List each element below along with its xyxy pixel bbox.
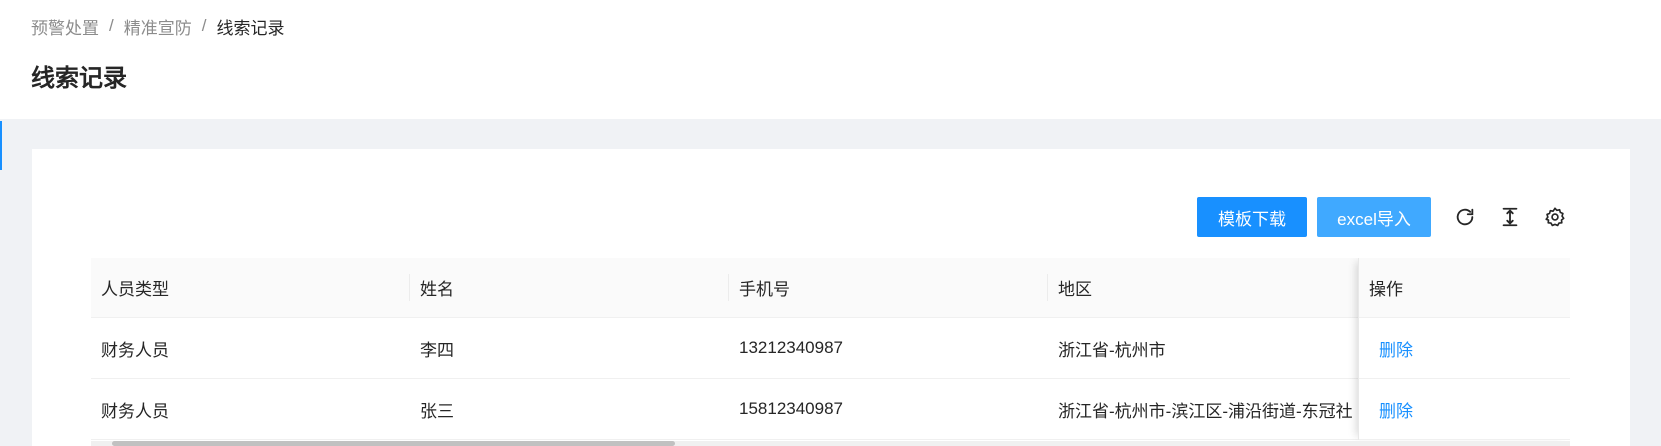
column-divider [1047, 274, 1048, 301]
cell-phone: 13212340987 [739, 338, 844, 357]
cell-type: 财务人员 [101, 340, 169, 360]
cell-name: 张三 [420, 401, 454, 421]
table-row: 财务人员 张三 15812340987 浙江省-杭州市-滨江区-浦沿街道-东冠社 [91, 379, 1570, 440]
column-header-name: 姓名 [420, 280, 454, 299]
fixed-action-column: 操作 删除 删除 [1358, 258, 1570, 440]
column-header-type: 人员类型 [101, 280, 169, 299]
breadcrumb: 预警处置 / 精准宣防 / 线索记录 [31, 14, 284, 38]
cell-type: 财务人员 [101, 401, 169, 421]
action-cell: 删除 [1359, 379, 1570, 440]
cell-region: 浙江省-杭州市 [1058, 340, 1166, 360]
action-cell: 删除 [1359, 318, 1570, 379]
sidebar-active-indicator [0, 121, 2, 170]
breadcrumb-item-current: 线索记录 [216, 18, 285, 38]
horizontal-scrollbar[interactable] [91, 441, 1570, 446]
scrollbar-thumb[interactable] [112, 441, 675, 446]
reload-icon[interactable] [1453, 205, 1477, 229]
cell-region: 浙江省-杭州市-滨江区-浦沿街道-东冠社 [1058, 401, 1353, 421]
table-toolbar: 模板下载 excel导入 [32, 197, 1630, 239]
excel-import-button[interactable]: excel导入 [1317, 197, 1431, 237]
breadcrumb-item-warning[interactable]: 预警处置 [31, 14, 99, 39]
column-divider [728, 274, 729, 301]
table-row: 财务人员 李四 13212340987 浙江省-杭州市 [91, 318, 1570, 379]
column-height-icon[interactable] [1498, 205, 1522, 229]
delete-link[interactable]: 删除 [1379, 336, 1413, 361]
page-header: 预警处置 / 精准宣防 / 线索记录 线索记录 [0, 0, 1661, 119]
column-header-action-label: 操作 [1369, 280, 1403, 299]
page-title: 线索记录 [31, 65, 127, 92]
column-header-region: 地区 [1058, 280, 1092, 299]
cell-phone: 15812340987 [739, 399, 844, 418]
content-card: 模板下载 excel导入 人员类型 姓名 手机号 地区 财务人员 李四 1321… [32, 149, 1630, 446]
breadcrumb-item-precise[interactable]: 精准宣防 [124, 14, 192, 39]
column-divider [409, 274, 410, 301]
column-header-action: 操作 [1359, 258, 1570, 318]
template-download-button[interactable]: 模板下载 [1197, 197, 1307, 237]
data-table: 人员类型 姓名 手机号 地区 财务人员 李四 13212340987 浙江省-杭… [91, 258, 1570, 446]
table-header: 人员类型 姓名 手机号 地区 [91, 258, 1570, 318]
column-header-phone: 手机号 [739, 280, 790, 299]
cell-name: 李四 [420, 340, 454, 360]
breadcrumb-separator: / [201, 16, 207, 35]
breadcrumb-separator: / [109, 16, 114, 35]
setting-icon[interactable] [1543, 205, 1567, 229]
delete-link[interactable]: 删除 [1379, 397, 1413, 422]
